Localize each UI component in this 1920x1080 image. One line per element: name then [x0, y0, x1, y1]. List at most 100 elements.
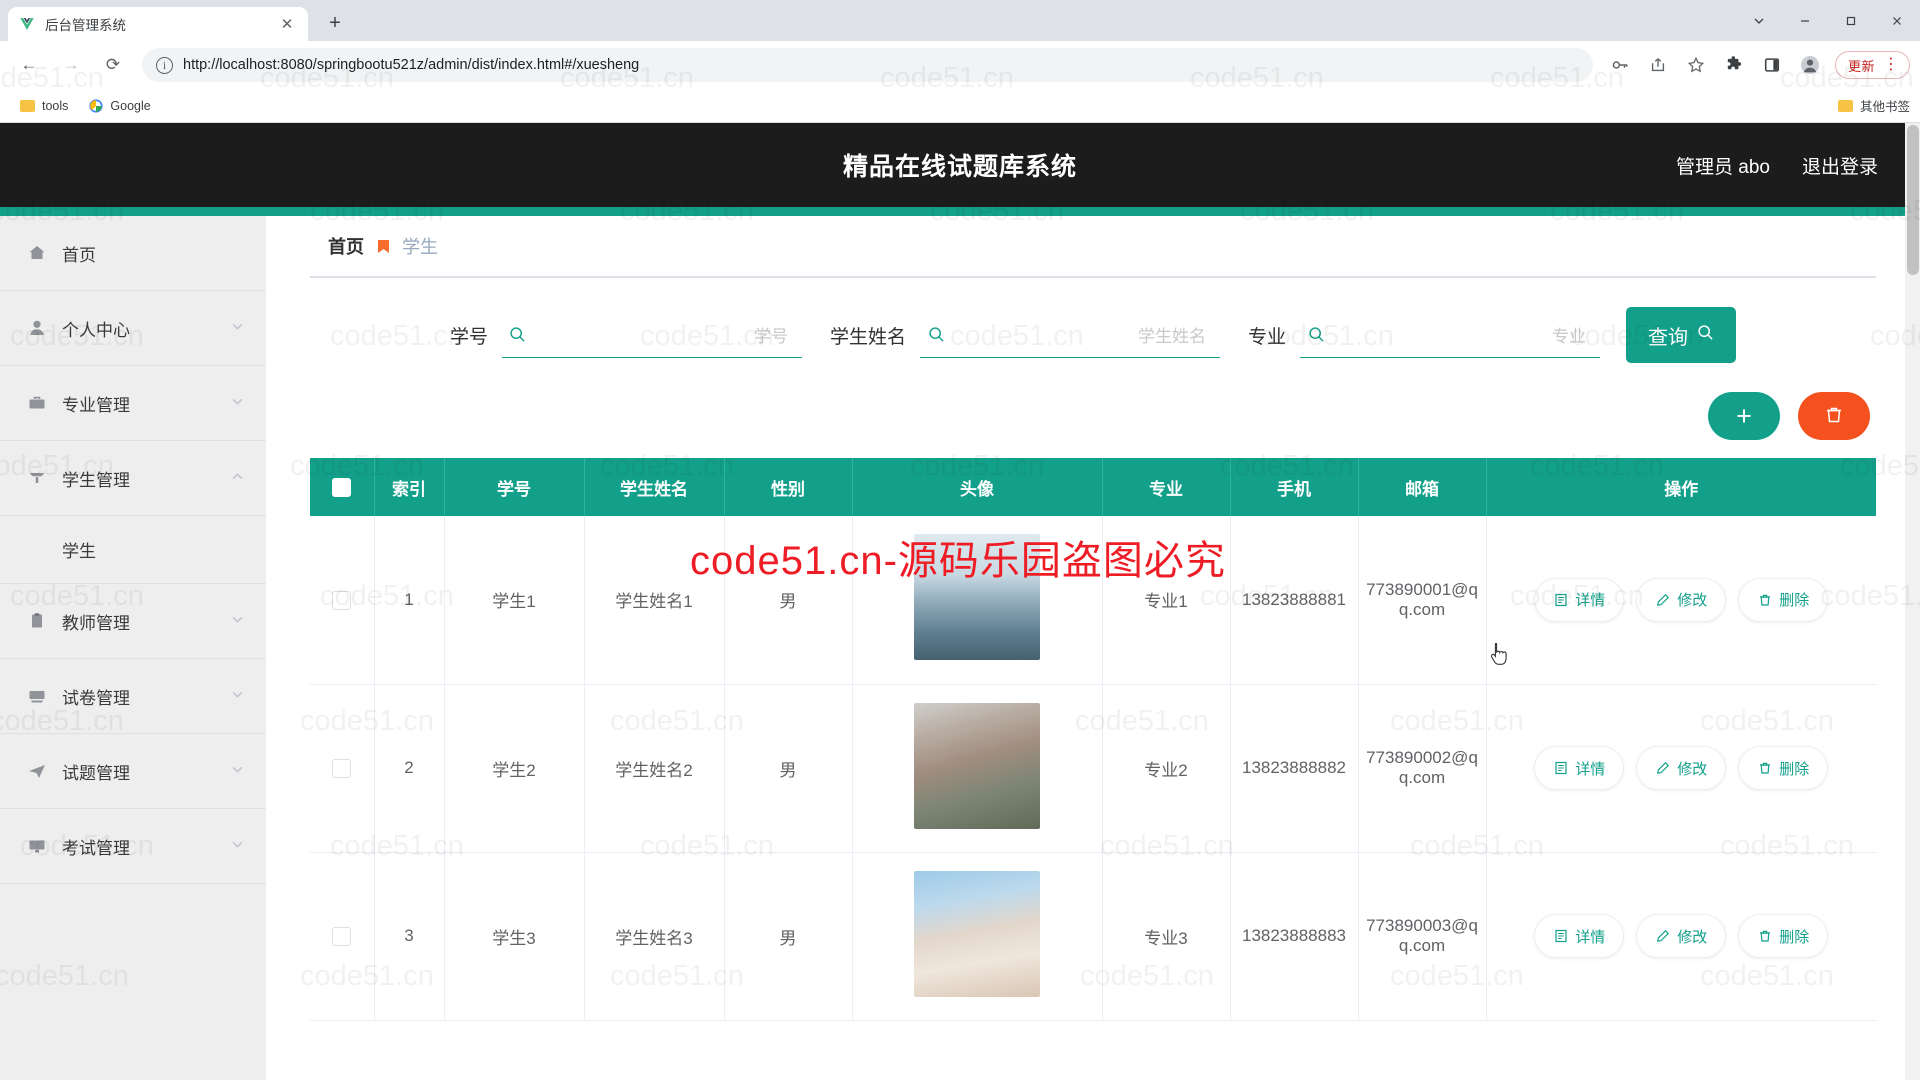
search-icon [1306, 325, 1326, 345]
column-header: 头像 [852, 458, 1103, 516]
update-button[interactable]: 更新 ⋮ [1834, 51, 1910, 79]
other-bookmarks-button[interactable]: 其他书签 [1837, 96, 1910, 115]
chevron-down-icon [231, 320, 244, 336]
sidebar-item-student-management[interactable]: 学生管理 [0, 441, 266, 516]
sidebar-subitem-student[interactable]: 学生 [0, 516, 266, 584]
home-icon [26, 242, 48, 264]
search-input[interactable]: 学号 [501, 312, 802, 358]
filter-major: 专业 专业 [1248, 312, 1601, 358]
chevron-down-icon[interactable] [1736, 0, 1782, 41]
table-row: 2 学生2 学生姓名2 男 专业2 13823888882 773890002@… [310, 684, 1876, 853]
sidebar-item-home[interactable]: 首页 [0, 216, 266, 291]
select-all-header[interactable] [310, 458, 375, 516]
cell-operations: 详情 修改 删除 [1486, 516, 1876, 685]
edit-button[interactable]: 修改 [1636, 746, 1727, 790]
reload-button[interactable]: ⟳ [96, 48, 130, 82]
row-checkbox[interactable] [332, 927, 352, 946]
query-button[interactable]: 查询 [1626, 307, 1737, 363]
action-bar: + [310, 374, 1876, 458]
data-table: 索引 学号 学生姓名 性别 头像 专业 手机 邮箱 操作 1 学生1 学生姓名1… [310, 458, 1876, 1021]
search-input[interactable]: 学生姓名 [920, 312, 1220, 358]
detail-button[interactable]: 详情 [1534, 914, 1625, 958]
sidebar-item-label: 个人中心 [62, 320, 130, 340]
input-placeholder: 学生姓名 [1138, 327, 1206, 346]
delete-button[interactable]: 删除 [1738, 914, 1829, 958]
sidebar: 首页 个人中心 专业管理 学生管理 学生 教师管理 试卷管理 试题管理 考试管理 [0, 216, 266, 1080]
filter-name: 学生姓名 学生姓名 [830, 312, 1220, 358]
edit-button[interactable]: 修改 [1636, 914, 1727, 958]
app-header: 精品在线试题库系统 管理员 abo 退出登录 [0, 123, 1920, 207]
browser-menu-icon[interactable]: ⋮ [1879, 57, 1903, 73]
cell-major: 专业2 [1102, 684, 1231, 853]
cell-phone: 13823888881 [1230, 516, 1359, 685]
cell-email: 773890003@qq.com [1358, 852, 1487, 1021]
detail-button[interactable]: 详情 [1534, 577, 1625, 622]
sidebar-item-question-management[interactable]: 试题管理 [0, 734, 266, 809]
breadcrumb-home[interactable]: 首页 [328, 233, 364, 259]
delete-button[interactable]: 删除 [1738, 577, 1829, 622]
button-label: 删除 [1779, 592, 1810, 610]
column-header: 索引 [374, 458, 445, 516]
other-bookmarks-label: 其他书签 [1859, 100, 1910, 114]
close-icon[interactable]: ✕ [276, 13, 298, 35]
browser-tab[interactable]: 后台管理系统 ✕ [8, 7, 308, 41]
detail-button[interactable]: 详情 [1534, 746, 1625, 790]
address-bar[interactable]: i http://localhost:8080/springbootu521z/… [142, 48, 1593, 82]
cell-index: 3 [374, 852, 445, 1021]
select-all-checkbox[interactable] [332, 478, 352, 497]
table-row: 3 学生3 学生姓名3 男 专业3 13823888883 773890003@… [310, 852, 1876, 1021]
cell-avatar [852, 684, 1103, 853]
maximize-icon[interactable] [1828, 0, 1874, 41]
bookmark-google[interactable]: Google [80, 93, 158, 119]
sidepanel-icon[interactable] [1756, 49, 1788, 81]
tab-title: 后台管理系统 [45, 18, 126, 33]
row-select-cell[interactable] [310, 852, 375, 1021]
sidebar-item-exam-management[interactable]: 考试管理 [0, 809, 266, 884]
star-icon[interactable] [1680, 49, 1712, 81]
breadcrumb-current: 学生 [402, 237, 438, 257]
sidebar-item-personal-center[interactable]: 个人中心 [0, 291, 266, 366]
key-icon[interactable] [1604, 49, 1636, 81]
share-icon[interactable] [1642, 49, 1674, 81]
cell-operations: 详情 修改 删除 [1486, 684, 1876, 853]
bookmark-tools[interactable]: tools [12, 93, 76, 119]
browser-toolbar: ← → ⟳ i http://localhost:8080/springboot… [0, 41, 1920, 89]
forward-button[interactable]: → [54, 48, 88, 82]
edit-icon [1655, 929, 1670, 944]
sidebar-item-teacher-management[interactable]: 教师管理 [0, 584, 266, 659]
web-app: 精品在线试题库系统 管理员 abo 退出登录 首页 个人中心 专业管理 学生管理… [0, 123, 1920, 1080]
folder-icon [1837, 99, 1853, 112]
filter-label: 学生姓名 [829, 326, 906, 348]
close-icon[interactable] [1874, 0, 1920, 41]
folder-icon [20, 99, 35, 112]
edit-button[interactable]: 修改 [1636, 577, 1727, 622]
extensions-icon[interactable] [1718, 49, 1750, 81]
detail-icon [1553, 929, 1568, 944]
minimize-icon[interactable] [1782, 0, 1828, 41]
sidebar-item-major-management[interactable]: 专业管理 [0, 366, 266, 441]
row-select-cell[interactable] [310, 516, 375, 685]
add-button[interactable]: + [1708, 392, 1780, 440]
vertical-scrollbar-thumb[interactable] [1907, 125, 1919, 275]
search-input[interactable]: 专业 [1300, 312, 1601, 358]
avatar [914, 534, 1040, 661]
logout-button[interactable]: 退出登录 [1802, 152, 1878, 179]
row-checkbox[interactable] [332, 590, 352, 610]
sidebar-item-exam-paper-management[interactable]: 试卷管理 [0, 659, 266, 734]
student-icon [26, 467, 48, 489]
row-checkbox[interactable] [332, 759, 352, 778]
back-button[interactable]: ← [12, 48, 46, 82]
sidebar-item-label: 试题管理 [62, 763, 130, 783]
monitor-icon [26, 835, 48, 857]
delete-button[interactable]: 删除 [1738, 746, 1829, 790]
profile-icon[interactable] [1794, 49, 1826, 81]
new-tab-button[interactable]: + [318, 6, 352, 40]
batch-delete-button[interactable] [1798, 392, 1870, 440]
row-select-cell[interactable] [310, 684, 375, 853]
table-body: 1 学生1 学生姓名1 男 专业1 13823888881 773890001@… [310, 516, 1876, 1021]
cell-operations: 详情 修改 删除 [1486, 852, 1876, 1021]
cell-index: 2 [374, 684, 445, 853]
sidebar-item-label: 首页 [62, 245, 96, 265]
browser-window: 后台管理系统 ✕ + ← → ⟳ i http://localhost:8080… [0, 0, 1920, 1080]
cell-gender: 男 [724, 852, 853, 1021]
